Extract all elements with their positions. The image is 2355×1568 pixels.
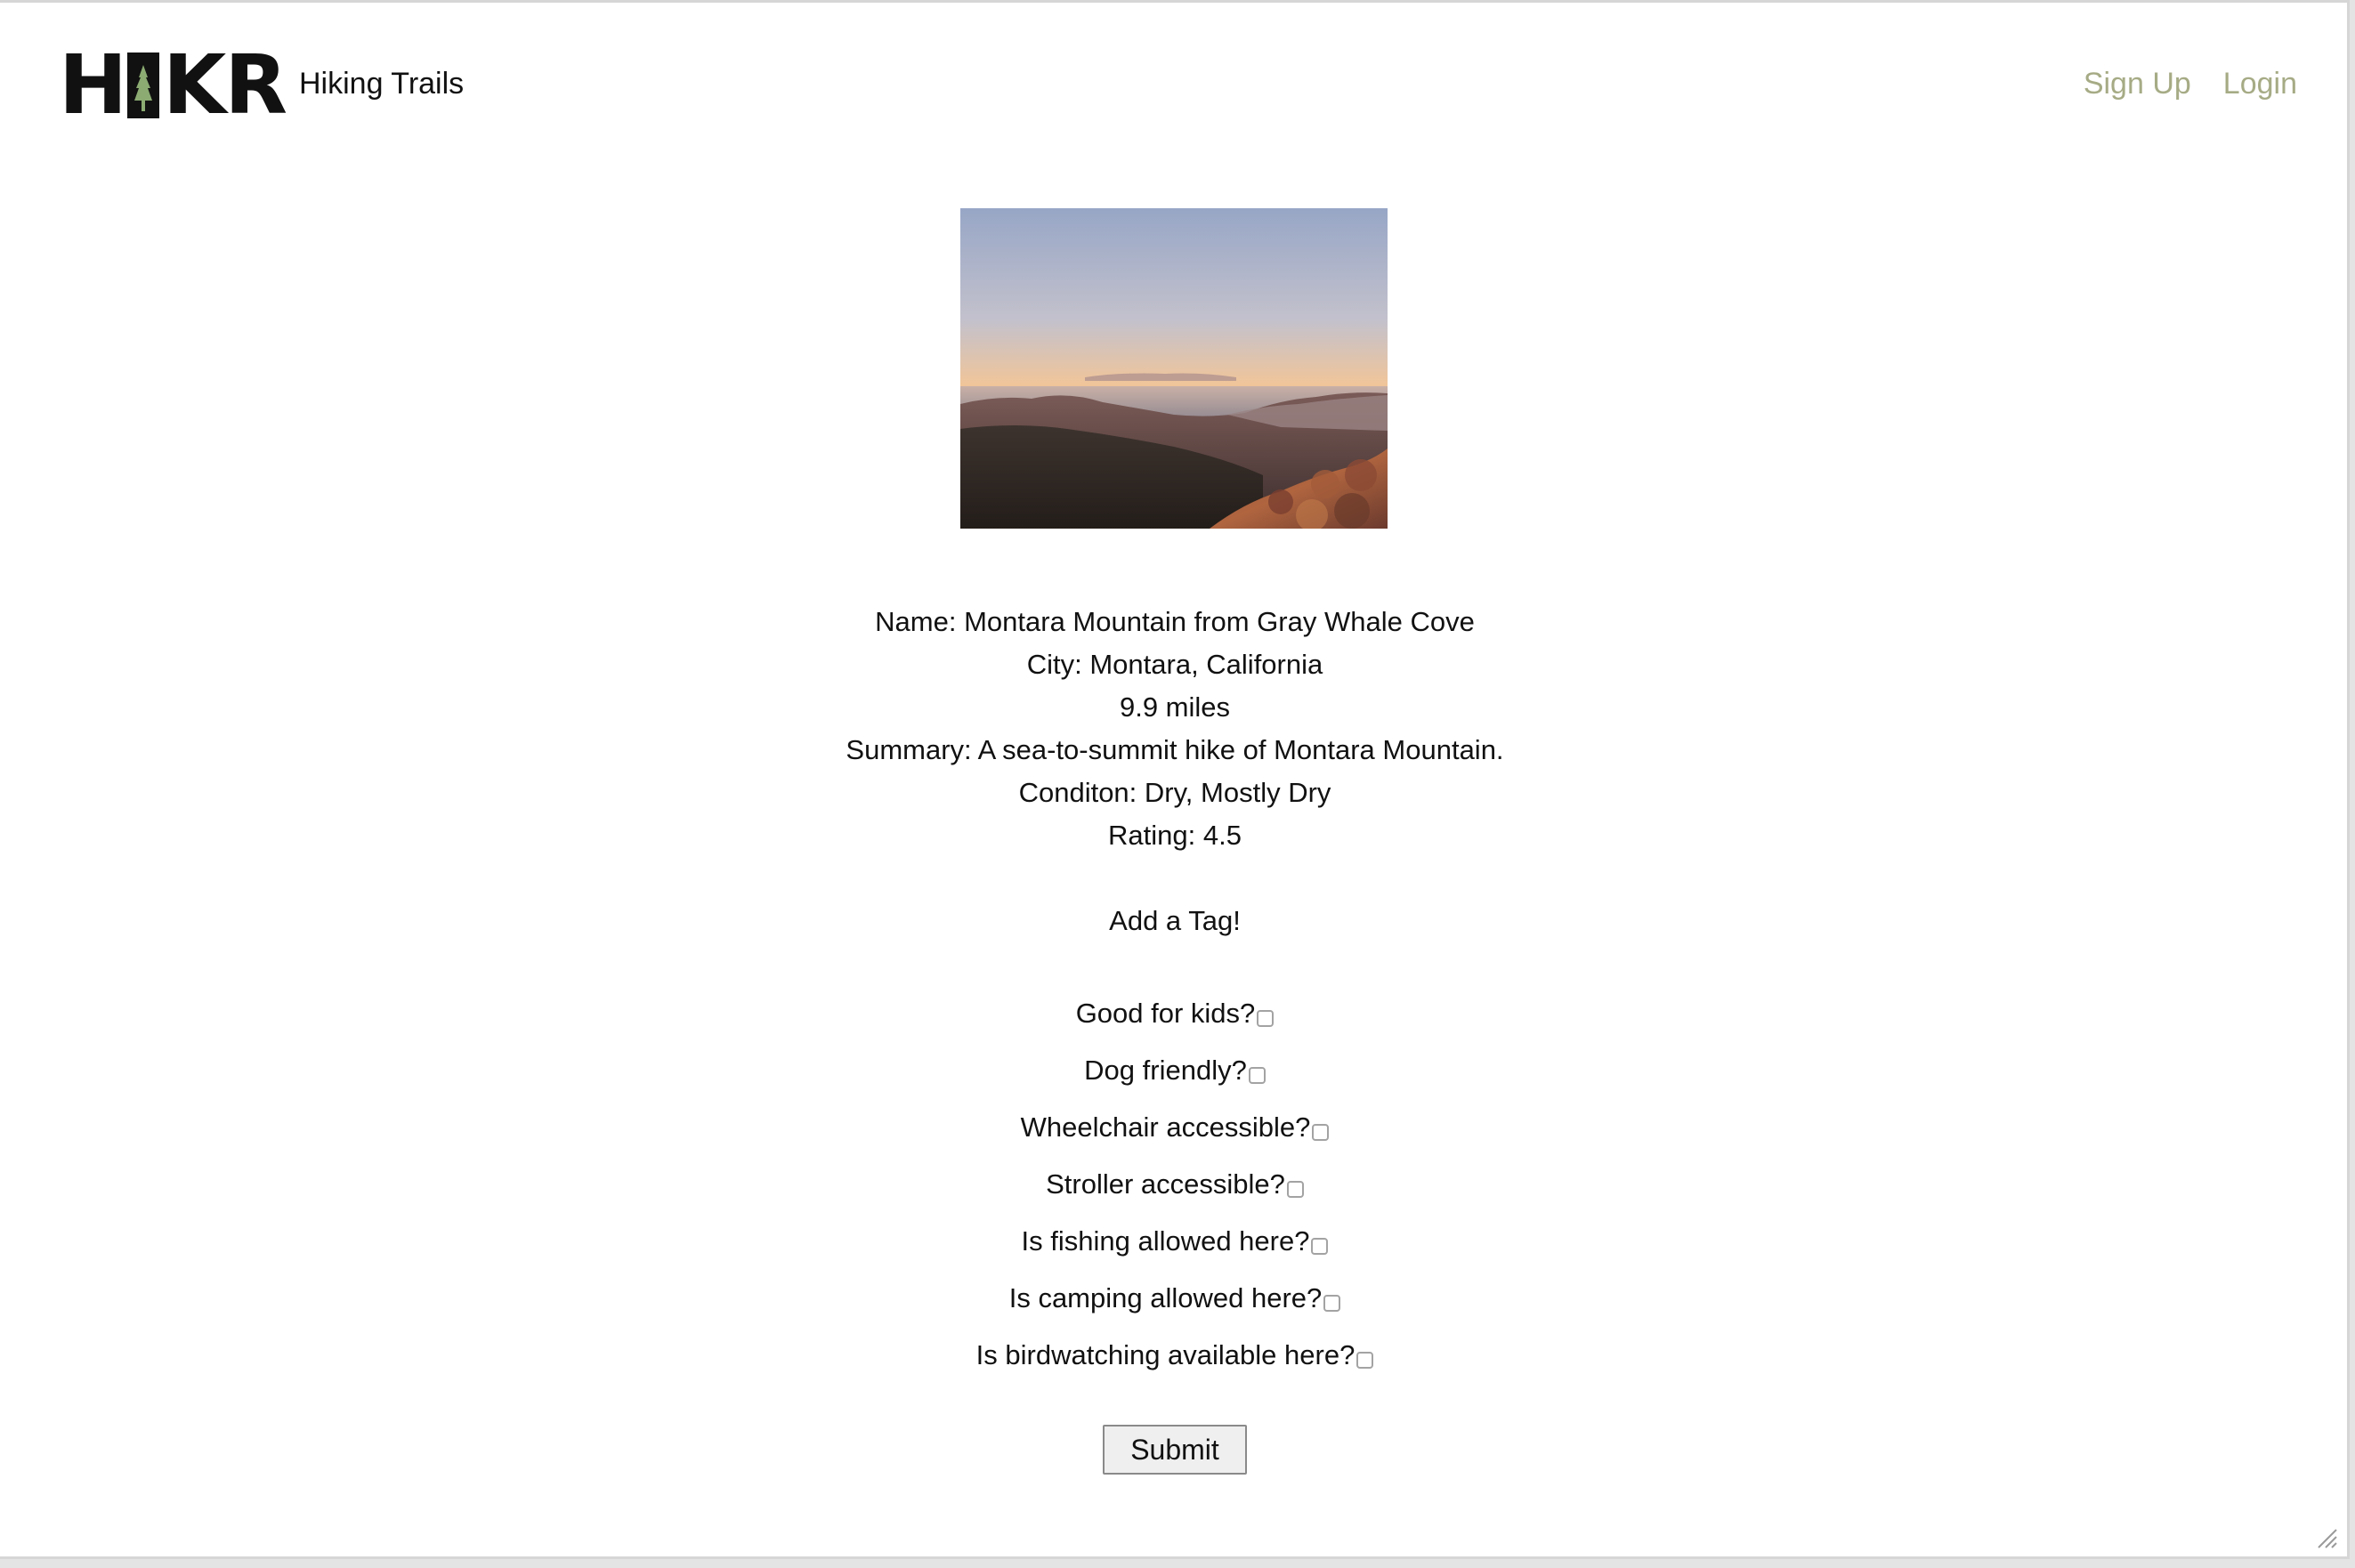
login-link[interactable]: Login	[2223, 67, 2297, 101]
resize-grip-icon[interactable]	[2315, 1526, 2338, 1549]
birdwatching-checkbox[interactable]	[1356, 1351, 1374, 1369]
stroller-checkbox[interactable]	[1286, 1180, 1304, 1198]
browser-viewport: H K R Hiking Trails Sign Up Login Name: …	[0, 0, 2350, 1559]
trail-summary: Summary: A sea-to-summit hike of Montara…	[846, 734, 1504, 765]
tag-option-camping: Is camping allowed here?	[0, 1270, 2350, 1327]
tree-icon	[127, 53, 159, 118]
camping-checkbox[interactable]	[1323, 1294, 1341, 1312]
tag-label: Wheelchair accessible?	[1020, 1111, 1311, 1143]
logo-letter-r: R	[224, 37, 287, 133]
site-title[interactable]: Hiking Trails	[299, 67, 464, 101]
add-tag-heading: Add a Tag!	[1109, 905, 1241, 936]
tag-option-birdwatching: Is birdwatching available here?	[0, 1327, 2350, 1384]
fishing-checkbox[interactable]	[1311, 1237, 1329, 1255]
logo-letter-h: H	[59, 37, 127, 133]
submit-button[interactable]: Submit	[1103, 1425, 1247, 1475]
trail-distance: 9.9 miles	[1119, 691, 1231, 723]
tag-label: Good for kids?	[1075, 998, 1256, 1029]
trail-name: Name: Montara Mountain from Gray Whale C…	[875, 606, 1475, 637]
dog-friendly-checkbox[interactable]	[1248, 1066, 1266, 1084]
trail-city: City: Montara, California	[1026, 649, 1323, 680]
trail-details: Name: Montara Mountain from Gray Whale C…	[0, 601, 2350, 857]
site-header: H K R Hiking Trails Sign Up Login	[0, 3, 2347, 172]
tag-option-wheelchair: Wheelchair accessible?	[0, 1099, 2350, 1156]
trail-photo	[960, 208, 1388, 529]
submit-container: Submit	[0, 1425, 2350, 1475]
logo-letter-k: K	[163, 37, 226, 133]
tag-option-fishing: Is fishing allowed here?	[0, 1213, 2350, 1270]
tag-label: Is camping allowed here?	[1008, 1282, 1323, 1313]
hikr-logo[interactable]: H K R	[59, 37, 287, 133]
tag-form: Good for kids? Dog friendly? Wheelchair …	[0, 985, 2350, 1384]
trail-condition: Conditon: Dry, Mostly Dry	[1018, 777, 1331, 808]
tag-label: Stroller accessible?	[1046, 1168, 1285, 1200]
signup-link[interactable]: Sign Up	[2084, 67, 2191, 101]
kids-checkbox[interactable]	[1257, 1009, 1275, 1027]
tag-option-stroller: Stroller accessible?	[0, 1156, 2350, 1213]
trail-rating: Rating: 4.5	[1108, 820, 1242, 851]
tag-option-dogs: Dog friendly?	[0, 1042, 2350, 1099]
tag-label: Is birdwatching available here?	[975, 1339, 1356, 1370]
tag-label: Is fishing allowed here?	[1021, 1225, 1310, 1257]
tag-option-kids: Good for kids?	[0, 985, 2350, 1042]
tag-label: Dog friendly?	[1084, 1055, 1247, 1086]
wheelchair-checkbox[interactable]	[1312, 1123, 1330, 1141]
sunset-landscape-image	[960, 208, 1388, 529]
auth-nav: Sign Up Login	[2084, 67, 2297, 101]
